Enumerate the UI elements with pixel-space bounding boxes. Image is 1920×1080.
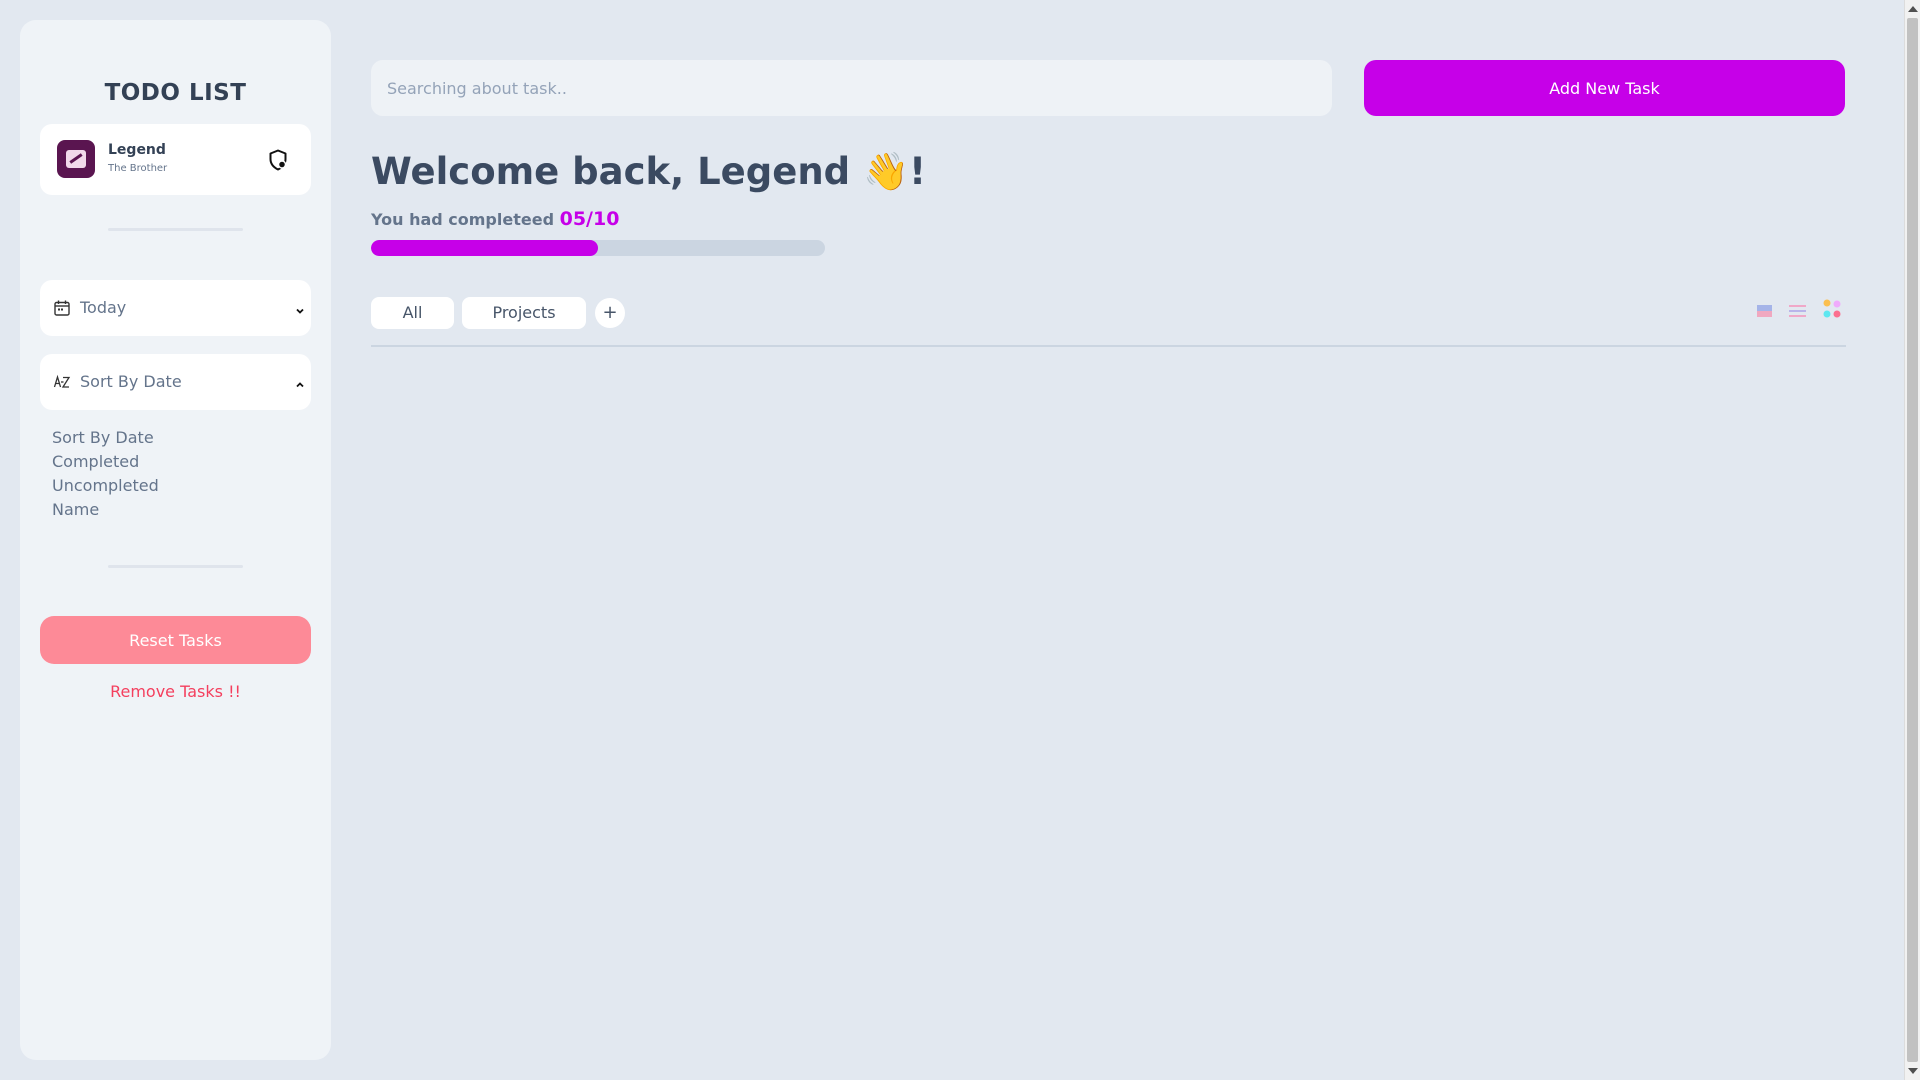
logo-icon bbox=[57, 140, 95, 178]
date-filter-label: Today bbox=[80, 298, 127, 317]
progress-text: You had completeed 05/10 bbox=[371, 208, 619, 230]
welcome-heading: Welcome back, Legend 👋! bbox=[371, 150, 926, 193]
chevron-down-icon bbox=[294, 302, 306, 314]
sort-option-completed[interactable]: Completed bbox=[52, 450, 159, 474]
remove-tasks-link[interactable]: Remove Tasks !! bbox=[20, 682, 331, 701]
user-card: Legend The Brother bbox=[40, 124, 311, 195]
tab-projects[interactable]: Projects bbox=[462, 297, 586, 329]
list-view-icon[interactable] bbox=[1787, 298, 1807, 322]
dots-view-icon[interactable] bbox=[1822, 298, 1844, 322]
sort-dropdown[interactable]: Sort By Date bbox=[40, 354, 311, 410]
date-filter-dropdown[interactable]: Today bbox=[40, 280, 311, 336]
sidebar: TODO LIST Legend The Brother Today Sort … bbox=[20, 20, 331, 1060]
search-input[interactable] bbox=[371, 60, 1332, 116]
reset-tasks-button[interactable]: Reset Tasks bbox=[40, 616, 311, 664]
scrollbar-thumb[interactable] bbox=[1907, 18, 1918, 1062]
sort-option-date[interactable]: Sort By Date bbox=[52, 426, 159, 450]
progress-bar bbox=[371, 240, 825, 256]
progress-count: 05/10 bbox=[559, 208, 620, 230]
vertical-scrollbar[interactable] bbox=[1904, 0, 1920, 1080]
chevron-up-icon bbox=[294, 376, 306, 388]
divider bbox=[108, 228, 243, 231]
user-name: Legend bbox=[108, 142, 166, 158]
progress-prefix: You had completeed bbox=[371, 210, 555, 229]
sort-az-icon bbox=[53, 373, 71, 391]
tab-all[interactable]: All bbox=[371, 297, 454, 329]
user-subtitle: The Brother bbox=[108, 163, 168, 174]
content-divider bbox=[371, 345, 1846, 347]
scroll-up-icon[interactable] bbox=[1908, 6, 1918, 12]
sort-option-uncompleted[interactable]: Uncompleted bbox=[52, 474, 159, 498]
add-tab-button[interactable]: + bbox=[595, 298, 625, 328]
sort-options-list: Sort By Date Completed Uncompleted Name bbox=[52, 426, 159, 522]
progress-bar-fill bbox=[371, 240, 598, 256]
app-title: TODO LIST bbox=[104, 80, 247, 106]
divider bbox=[108, 565, 243, 568]
grid-view-icon[interactable] bbox=[1755, 298, 1775, 322]
scroll-down-icon[interactable] bbox=[1908, 1068, 1918, 1074]
sort-label: Sort By Date bbox=[80, 372, 182, 391]
add-task-button[interactable]: Add New Task bbox=[1364, 60, 1845, 116]
shield-icon[interactable] bbox=[266, 148, 290, 172]
calendar-icon bbox=[53, 299, 71, 317]
sort-option-name[interactable]: Name bbox=[52, 498, 159, 522]
